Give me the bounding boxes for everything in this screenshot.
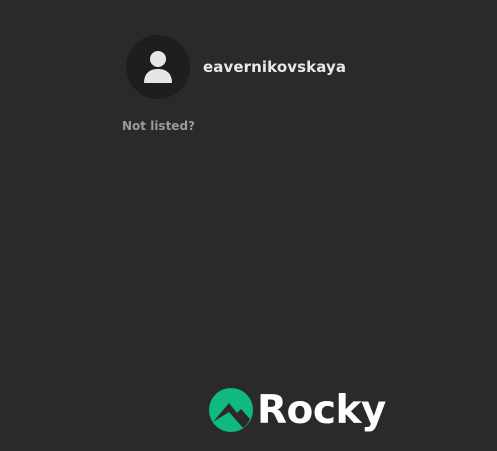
not-listed-link[interactable]: Not listed? bbox=[122, 119, 195, 133]
user-name: eavernikovskaya bbox=[203, 58, 347, 76]
user-list-item[interactable]: eavernikovskaya bbox=[126, 35, 346, 99]
logo-text: Rocky bbox=[257, 387, 386, 433]
rocky-mountain-icon bbox=[209, 388, 253, 432]
user-silhouette-icon bbox=[144, 51, 172, 83]
avatar bbox=[126, 35, 190, 99]
rocky-logo: Rocky bbox=[209, 386, 386, 434]
